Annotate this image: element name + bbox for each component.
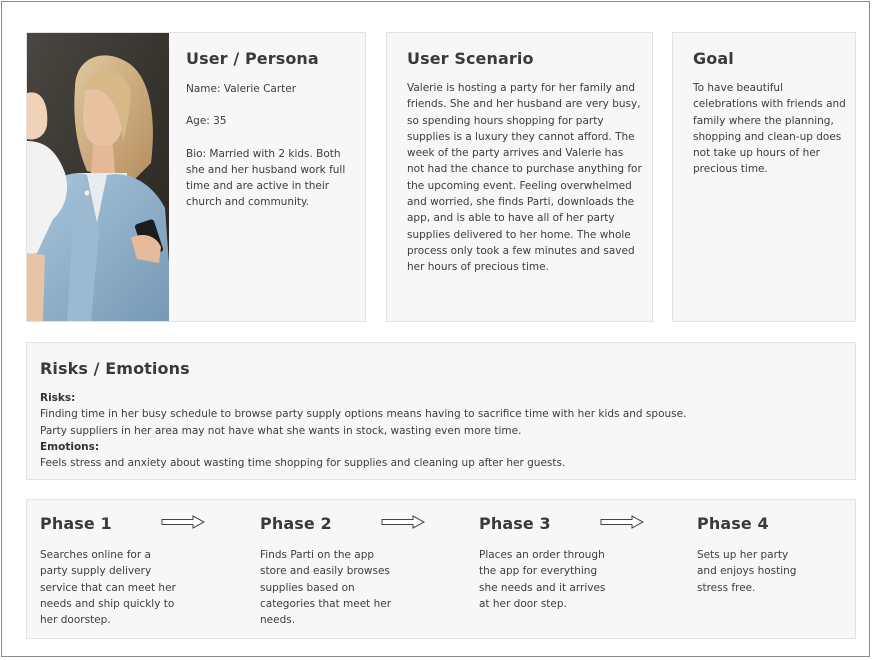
persona-title: User / Persona bbox=[186, 49, 319, 68]
phase-3: Phase 3 Places an order through the app … bbox=[479, 514, 619, 612]
persona-age: Age: 35 bbox=[186, 115, 227, 128]
risks-title: Risks / Emotions bbox=[40, 359, 190, 378]
page-frame: User / Persona Name: Valerie Carter Age:… bbox=[1, 1, 870, 657]
emotion-item: Feels stress and anxiety about wasting t… bbox=[40, 457, 566, 470]
phase-title: Phase 1 bbox=[40, 514, 112, 533]
phase-4: Phase 4 Sets up her party and enjoys hos… bbox=[697, 514, 807, 596]
phase-text: Places an order through the app for ever… bbox=[479, 549, 606, 610]
phase-text: Searches online for a party supply deliv… bbox=[40, 549, 176, 627]
goal-title: Goal bbox=[693, 49, 734, 68]
phase-title: Phase 2 bbox=[260, 514, 332, 533]
phase-text: Finds Parti on the app store and easily … bbox=[260, 549, 392, 627]
emotions-label: Emotions: bbox=[40, 440, 100, 453]
scenario-card: User Scenario Valerie is hosting a party… bbox=[386, 32, 653, 322]
scenario-text: Valerie is hosting a party for her famil… bbox=[407, 82, 642, 274]
persona-bio: Bio: Married with 2 kids. Both she and h… bbox=[186, 147, 346, 209]
right-arrow-icon bbox=[600, 515, 644, 529]
scenario-title: User Scenario bbox=[407, 49, 534, 68]
right-arrow-icon bbox=[161, 515, 205, 529]
phases-card: Phase 1 Searches online for a party supp… bbox=[26, 499, 856, 639]
phase-2: Phase 2 Finds Parti on the app store and… bbox=[260, 514, 400, 628]
persona-details: User / Persona Name: Valerie Carter Age:… bbox=[186, 49, 356, 227]
right-arrow-icon bbox=[381, 515, 425, 529]
phase-text: Sets up her party and enjoys hosting str… bbox=[697, 549, 797, 594]
persona-photo bbox=[27, 33, 169, 321]
persona-photo-illustration bbox=[27, 33, 169, 321]
goal-text: To have beautiful celebrations with frie… bbox=[693, 82, 846, 176]
risks-card: Risks / Emotions Risks: Finding time in … bbox=[26, 342, 856, 480]
risk-item: Party suppliers in her area may not have… bbox=[40, 424, 522, 437]
phase-title: Phase 3 bbox=[479, 514, 551, 533]
risk-item: Finding time in her busy schedule to bro… bbox=[40, 408, 687, 421]
risks-label: Risks: bbox=[40, 392, 76, 404]
phase-title: Phase 4 bbox=[697, 514, 769, 533]
persona-card: User / Persona Name: Valerie Carter Age:… bbox=[26, 32, 366, 322]
goal-card: Goal To have beautiful celebrations with… bbox=[672, 32, 856, 322]
phase-1: Phase 1 Searches online for a party supp… bbox=[40, 514, 180, 628]
persona-name: Name: Valerie Carter bbox=[186, 83, 297, 95]
